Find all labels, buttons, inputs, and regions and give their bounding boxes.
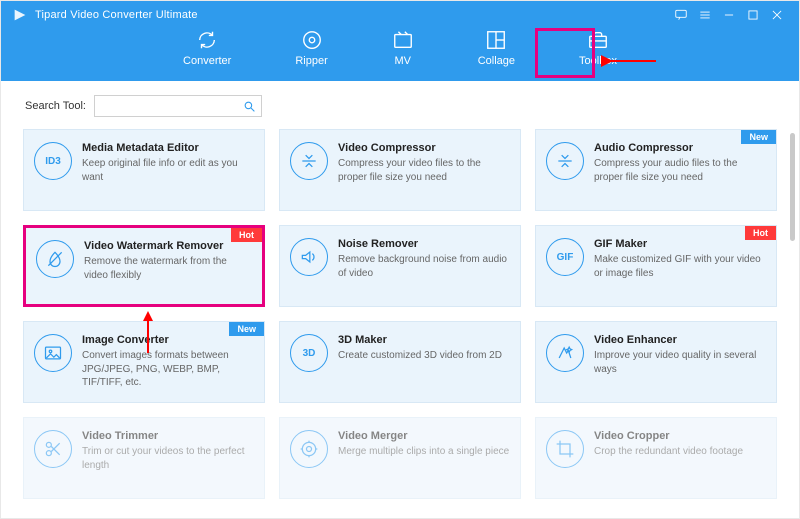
ripper-icon xyxy=(301,29,323,51)
tool-desc: Remove the watermark from the video flex… xyxy=(84,255,252,282)
tool-title: Video Cropper xyxy=(594,430,766,442)
tool-title: Video Watermark Remover xyxy=(84,240,252,252)
tool-grid-wrap: ID3 Media Metadata Editor Keep original … xyxy=(1,125,799,518)
tool-media-metadata-editor[interactable]: ID3 Media Metadata Editor Keep original … xyxy=(23,129,265,211)
tool-video-enhancer[interactable]: Video Enhancer Improve your video qualit… xyxy=(535,321,777,403)
tool-gif-maker[interactable]: Hot GIF GIF Maker Make customized GIF wi… xyxy=(535,225,777,307)
gif-icon: GIF xyxy=(546,238,584,276)
tab-converter[interactable]: Converter xyxy=(177,27,237,69)
watermark-remover-icon xyxy=(36,240,74,278)
collage-icon xyxy=(485,29,507,51)
toolbox-icon xyxy=(587,29,609,51)
badge-new: New xyxy=(741,130,776,144)
titlebar: Tipard Video Converter Ultimate Converte… xyxy=(1,1,799,81)
badge-hot: Hot xyxy=(745,226,776,240)
tab-mv[interactable]: MV xyxy=(386,27,420,69)
tool-video-watermark-remover[interactable]: Hot Video Watermark Remover Remove the w… xyxy=(23,225,265,307)
tool-title: Video Trimmer xyxy=(82,430,254,442)
tool-desc: Compress your audio files to the proper … xyxy=(594,157,766,184)
tool-desc: Make customized GIF with your video or i… xyxy=(594,253,766,280)
tool-title: Video Merger xyxy=(338,430,510,442)
badge-hot: Hot xyxy=(231,228,262,242)
tool-desc: Compress your video files to the proper … xyxy=(338,157,510,184)
mv-icon xyxy=(392,29,414,51)
tab-label: Ripper xyxy=(295,55,327,67)
search-input[interactable] xyxy=(101,100,243,112)
tab-toolbox[interactable]: Toolbox xyxy=(573,27,623,69)
merger-icon xyxy=(290,430,328,468)
tool-title: Noise Remover xyxy=(338,238,510,250)
tool-3d-maker[interactable]: 3D 3D Maker Create customized 3D video f… xyxy=(279,321,521,403)
tool-title: 3D Maker xyxy=(338,334,510,346)
tool-title: Video Compressor xyxy=(338,142,510,154)
trimmer-icon xyxy=(34,430,72,468)
tool-video-merger[interactable]: Video Merger Merge multiple clips into a… xyxy=(279,417,521,499)
tool-desc: Improve your video quality in several wa… xyxy=(594,349,766,376)
tool-desc: Trim or cut your videos to the perfect l… xyxy=(82,445,254,472)
tool-title: Image Converter xyxy=(82,334,254,346)
tabs: Converter Ripper MV Collage Toolbox xyxy=(1,27,799,69)
search-row: Search Tool: xyxy=(1,81,799,125)
tool-desc: Keep original file info or edit as you w… xyxy=(82,157,254,184)
minimize-icon[interactable] xyxy=(717,5,741,25)
tool-audio-compressor[interactable]: New Audio Compressor Compress your audio… xyxy=(535,129,777,211)
menu-icon[interactable] xyxy=(693,5,717,25)
tool-desc: Remove background noise from audio of vi… xyxy=(338,253,510,280)
app-window: Tipard Video Converter Ultimate Converte… xyxy=(0,0,800,519)
tool-title: Audio Compressor xyxy=(594,142,766,154)
app-logo-icon xyxy=(11,6,29,24)
close-icon[interactable] xyxy=(765,5,789,25)
enhancer-icon xyxy=(546,334,584,372)
tool-video-trimmer[interactable]: Video Trimmer Trim or cut your videos to… xyxy=(23,417,265,499)
scrollbar-thumb[interactable] xyxy=(790,133,795,241)
noise-remover-icon xyxy=(290,238,328,276)
image-converter-icon xyxy=(34,334,72,372)
search-box[interactable] xyxy=(94,95,262,117)
badge-new: New xyxy=(229,322,264,336)
tab-collage[interactable]: Collage xyxy=(472,27,521,69)
tool-image-converter[interactable]: New Image Converter Convert images forma… xyxy=(23,321,265,403)
search-label: Search Tool: xyxy=(25,100,86,112)
tab-label: Converter xyxy=(183,55,231,67)
app-title: Tipard Video Converter Ultimate xyxy=(35,9,198,21)
tool-title: Media Metadata Editor xyxy=(82,142,254,154)
maximize-icon[interactable] xyxy=(741,5,765,25)
tool-title: GIF Maker xyxy=(594,238,766,250)
tool-desc: Crop the redundant video footage xyxy=(594,445,766,459)
tab-ripper[interactable]: Ripper xyxy=(289,27,333,69)
3d-icon: 3D xyxy=(290,334,328,372)
tab-label: MV xyxy=(394,55,411,67)
tab-label: Toolbox xyxy=(579,55,617,67)
tool-title: Video Enhancer xyxy=(594,334,766,346)
tool-video-compressor[interactable]: Video Compressor Compress your video fil… xyxy=(279,129,521,211)
tool-video-cropper[interactable]: Video Cropper Crop the redundant video f… xyxy=(535,417,777,499)
search-icon[interactable] xyxy=(243,100,256,113)
cropper-icon xyxy=(546,430,584,468)
titlebar-top: Tipard Video Converter Ultimate xyxy=(1,1,799,25)
tool-desc: Create customized 3D video from 2D xyxy=(338,349,510,363)
audio-compress-icon xyxy=(546,142,584,180)
compress-icon xyxy=(290,142,328,180)
tool-noise-remover[interactable]: Noise Remover Remove background noise fr… xyxy=(279,225,521,307)
tool-desc: Merge multiple clips into a single piece xyxy=(338,445,510,459)
tool-desc: Convert images formats between JPG/JPEG,… xyxy=(82,349,254,390)
converter-icon xyxy=(196,29,218,51)
id3-icon: ID3 xyxy=(34,142,72,180)
tool-grid: ID3 Media Metadata Editor Keep original … xyxy=(23,129,777,499)
tab-label: Collage xyxy=(478,55,515,67)
feedback-icon[interactable] xyxy=(669,5,693,25)
